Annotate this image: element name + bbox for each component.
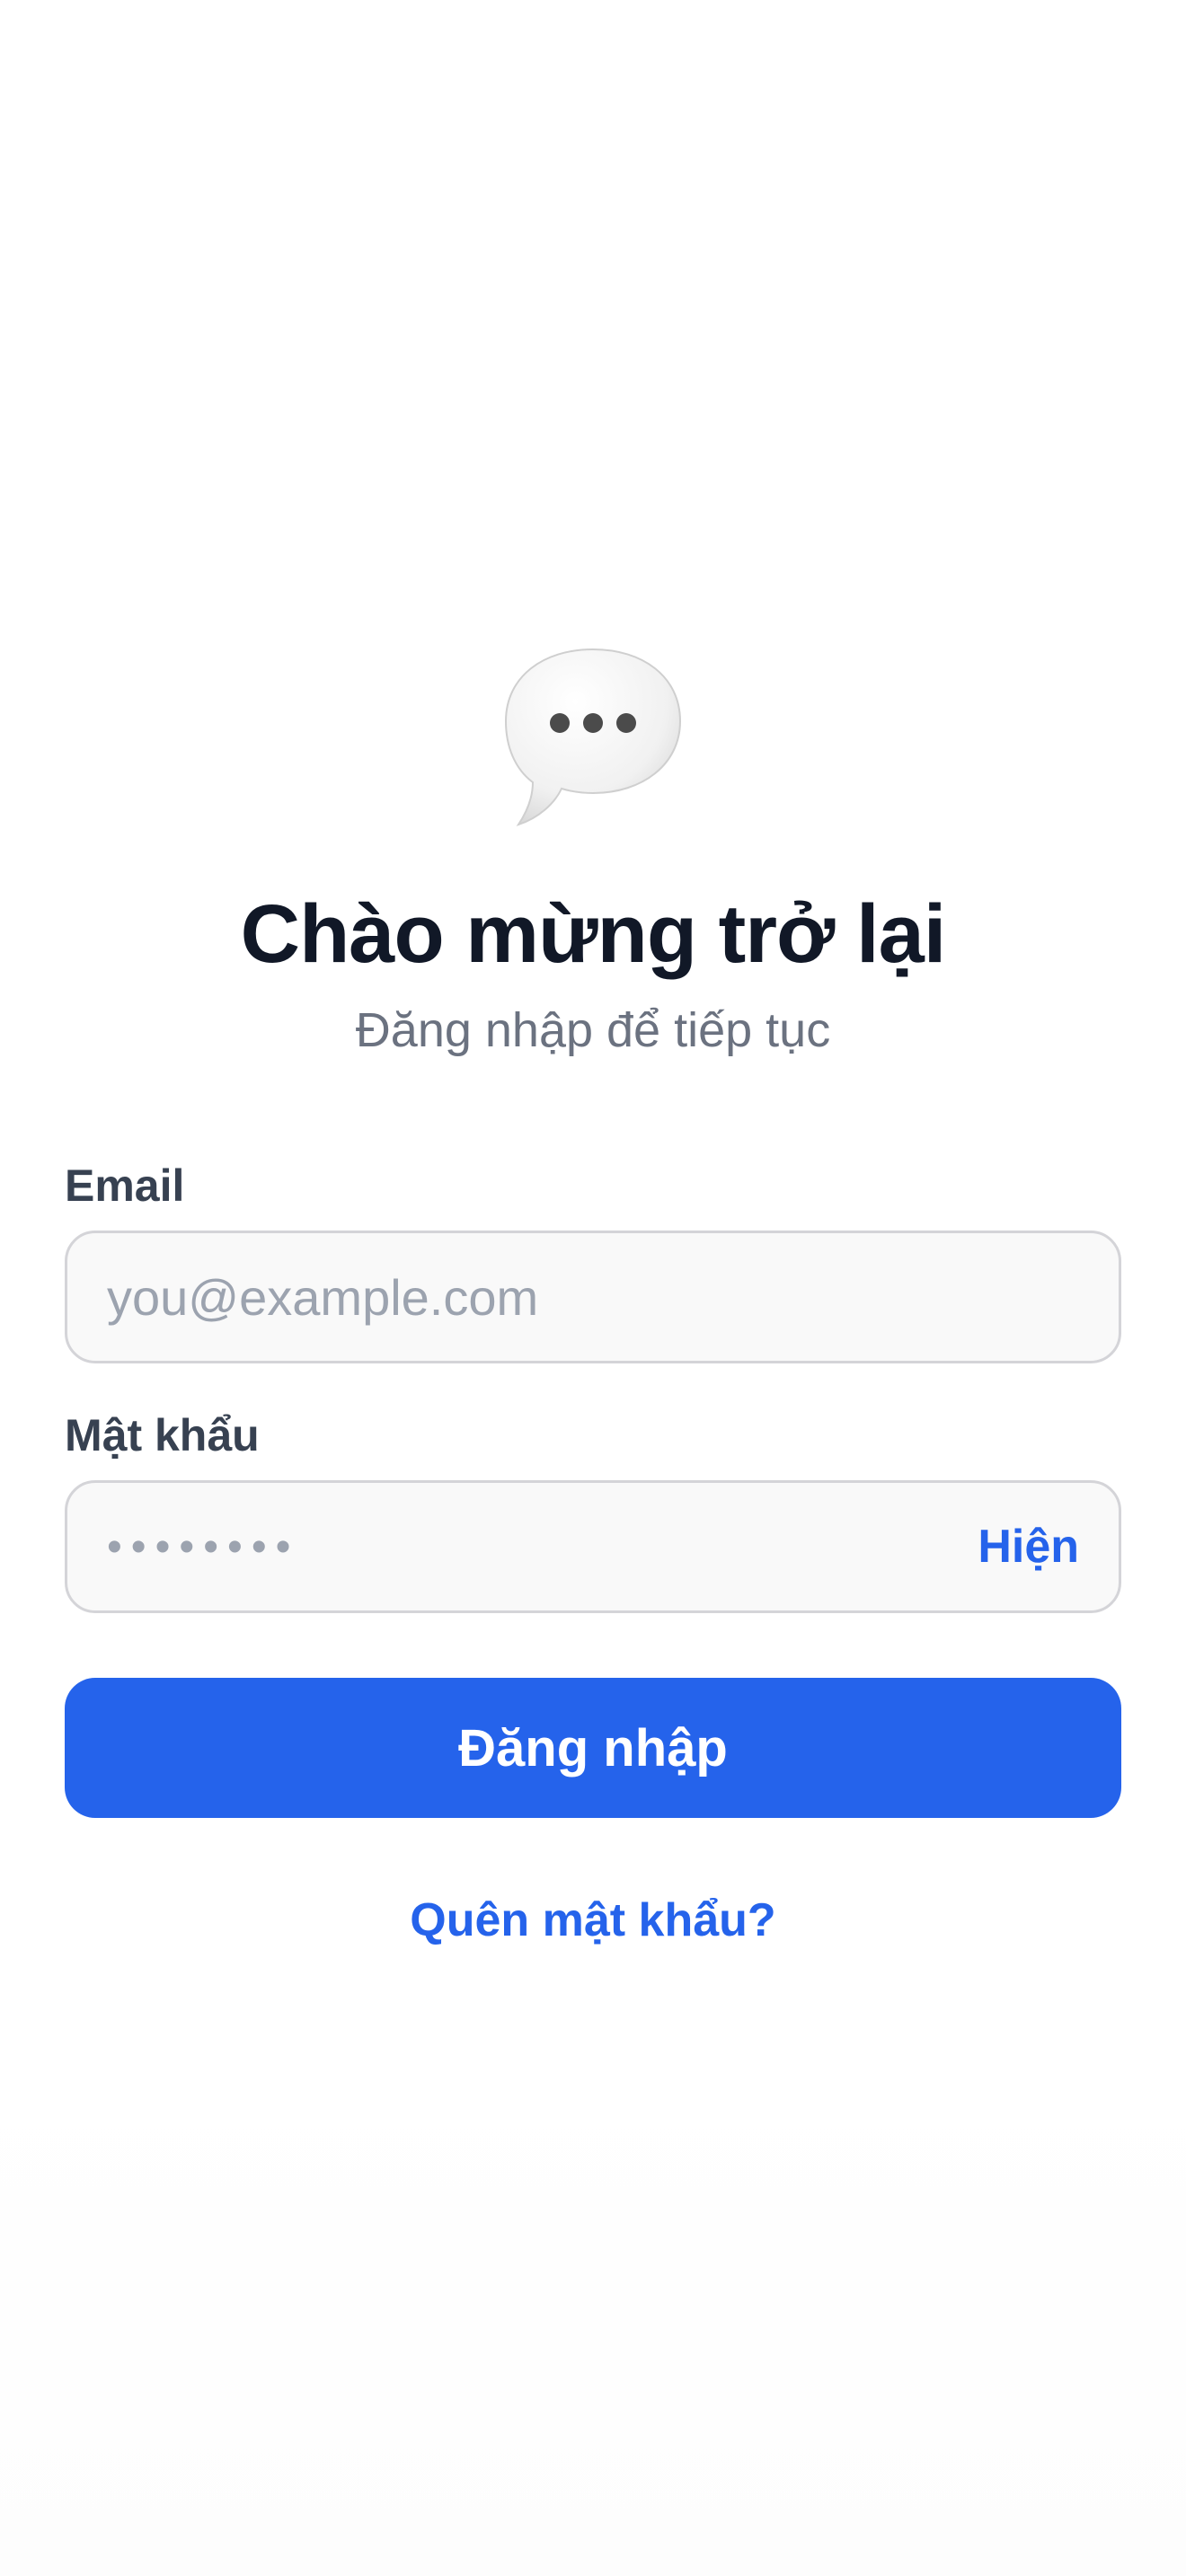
login-screen: Chào mừng trở lại Đăng nhập để tiếp tục … (0, 0, 1186, 2576)
password-label: Mật khẩu (65, 1410, 260, 1460)
page-subtitle: Đăng nhập để tiếp tục (355, 1003, 831, 1057)
show-password-button[interactable]: Hiện (978, 1483, 1079, 1610)
password-input[interactable] (107, 1483, 916, 1610)
email-label: Email (65, 1160, 185, 1211)
page-title: Chào mừng trở lại (240, 888, 947, 980)
password-field-container: Hiện (65, 1480, 1121, 1613)
login-button[interactable]: Đăng nhập (65, 1678, 1121, 1818)
forgot-password-link[interactable]: Quên mật khẩu? (0, 1892, 1186, 1949)
email-field-container (65, 1231, 1121, 1363)
email-input[interactable] (107, 1233, 1005, 1361)
speech-bubble-icon (504, 648, 682, 826)
